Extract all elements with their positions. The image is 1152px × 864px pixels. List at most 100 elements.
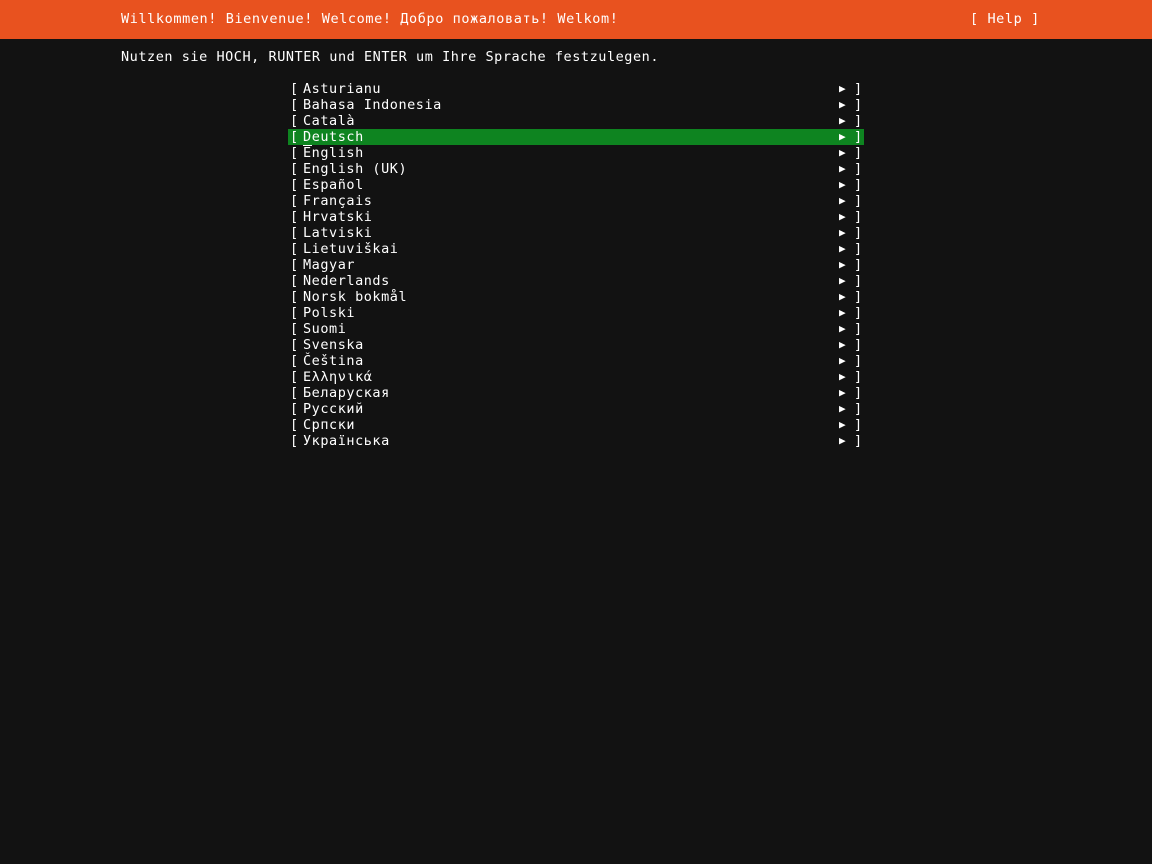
language-list-item[interactable]: [Français ▶]: [288, 193, 864, 209]
language-list-item[interactable]: [English (UK) ▶]: [288, 161, 864, 177]
language-name: Norsk bokmål: [303, 289, 407, 305]
bracket-close: ]: [854, 401, 863, 417]
language-list-item[interactable]: [Català▶]: [288, 113, 864, 129]
bracket-open: [: [290, 257, 299, 273]
language-list-item[interactable]: [Asturianu▶]: [288, 81, 864, 97]
language-list-item[interactable]: [Čeština▶]: [288, 353, 864, 369]
language-list-item[interactable]: [Ελληνικά▶]: [288, 369, 864, 385]
expand-arrow-icon: ▶: [839, 209, 846, 225]
bracket-open: [: [290, 337, 299, 353]
expand-arrow-icon: ▶: [839, 401, 846, 417]
bracket-open: [: [290, 113, 299, 129]
bracket-close: ]: [854, 113, 863, 129]
language-list-item[interactable]: [Suomi ▶]: [288, 321, 864, 337]
bracket-close: ]: [854, 161, 863, 177]
bracket-close: ]: [854, 257, 863, 273]
language-list-item[interactable]: [Norsk bokmål▶]: [288, 289, 864, 305]
language-list-item[interactable]: [Беларуская▶]: [288, 385, 864, 401]
bracket-close: ]: [854, 305, 863, 321]
bracket-close: ]: [854, 385, 863, 401]
expand-arrow-icon: ▶: [839, 369, 846, 385]
language-name: Svenska: [303, 337, 364, 353]
expand-arrow-icon: ▶: [839, 193, 846, 209]
language-name: English: [303, 145, 364, 161]
language-list-item[interactable]: [Bahasa Indonesia▶]: [288, 97, 864, 113]
language-name: Nederlands: [303, 273, 390, 289]
bracket-close: ]: [854, 193, 863, 209]
language-list-item[interactable]: [Español▶]: [288, 177, 864, 193]
welcome-message: Willkommen! Bienvenue! Welcome! Добро по…: [121, 0, 618, 39]
expand-arrow-icon: ▶: [839, 257, 846, 273]
bracket-open: [: [290, 177, 299, 193]
language-name: Lietuviškai: [303, 241, 398, 257]
expand-arrow-icon: ▶: [839, 113, 846, 129]
language-name: Asturianu: [303, 81, 381, 97]
expand-arrow-icon: ▶: [839, 385, 846, 401]
language-list-item[interactable]: [Lietuviškai▶]: [288, 241, 864, 257]
bracket-open: [: [290, 145, 299, 161]
cursor-underline: D: [303, 129, 312, 146]
language-name: Latviski: [303, 225, 372, 241]
bracket-close: ]: [854, 129, 863, 145]
bracket-open: [: [290, 401, 299, 417]
bracket-open: [: [290, 209, 299, 225]
bracket-open: [: [290, 385, 299, 401]
expand-arrow-icon: ▶: [839, 321, 846, 337]
bracket-close: ]: [854, 433, 863, 449]
bracket-close: ]: [854, 145, 863, 161]
bracket-open: [: [290, 241, 299, 257]
installer-screen: Willkommen! Bienvenue! Welcome! Добро по…: [0, 0, 1152, 864]
language-list-item[interactable]: [Deutsch▶]: [288, 129, 864, 145]
bracket-close: ]: [854, 321, 863, 337]
language-name: Suomi: [303, 321, 346, 337]
welcome-header-bar: Willkommen! Bienvenue! Welcome! Добро по…: [0, 0, 1152, 39]
language-list-item[interactable]: [Magyar ▶]: [288, 257, 864, 273]
bracket-open: [: [290, 161, 299, 177]
expand-arrow-icon: ▶: [839, 417, 846, 433]
language-name: Magyar: [303, 257, 355, 273]
expand-arrow-icon: ▶: [839, 161, 846, 177]
language-list-item[interactable]: [Српски ▶]: [288, 417, 864, 433]
bracket-close: ]: [854, 209, 863, 225]
bracket-open: [: [290, 417, 299, 433]
language-list-item[interactable]: [English ▶]: [288, 145, 864, 161]
expand-arrow-icon: ▶: [839, 81, 846, 97]
expand-arrow-icon: ▶: [839, 225, 846, 241]
expand-arrow-icon: ▶: [839, 353, 846, 369]
language-name: Русский: [303, 401, 364, 417]
language-name: Українська: [303, 433, 390, 449]
language-list-item[interactable]: [Nederlands▶]: [288, 273, 864, 289]
language-list-item[interactable]: [Latviski▶]: [288, 225, 864, 241]
bracket-open: [: [290, 353, 299, 369]
language-list-item[interactable]: [Svenska ▶]: [288, 337, 864, 353]
bracket-close: ]: [854, 289, 863, 305]
language-list[interactable]: [Asturianu▶][Bahasa Indonesia▶][Català▶]…: [288, 81, 864, 449]
expand-arrow-icon: ▶: [839, 241, 846, 257]
bracket-close: ]: [854, 177, 863, 193]
expand-arrow-icon: ▶: [839, 145, 846, 161]
language-list-item[interactable]: [Українська ▶]: [288, 433, 864, 449]
bracket-close: ]: [854, 81, 863, 97]
language-list-item[interactable]: [Polski▶]: [288, 305, 864, 321]
bracket-open: [: [290, 129, 299, 145]
bracket-close: ]: [854, 97, 863, 113]
expand-arrow-icon: ▶: [839, 273, 846, 289]
bracket-close: ]: [854, 337, 863, 353]
help-button[interactable]: [ Help ]: [970, 0, 1040, 39]
bracket-open: [: [290, 433, 299, 449]
bracket-open: [: [290, 289, 299, 305]
bracket-close: ]: [854, 273, 863, 289]
bracket-close: ]: [854, 417, 863, 433]
language-list-item[interactable]: [Русский ▶]: [288, 401, 864, 417]
expand-arrow-icon: ▶: [839, 433, 846, 449]
bracket-open: [: [290, 193, 299, 209]
expand-arrow-icon: ▶: [839, 337, 846, 353]
bracket-open: [: [290, 97, 299, 113]
language-name: Deutsch: [303, 129, 364, 145]
bracket-open: [: [290, 321, 299, 337]
language-name: Français: [303, 193, 372, 209]
language-list-item[interactable]: [Hrvatski▶]: [288, 209, 864, 225]
language-name: English (UK): [303, 161, 407, 177]
language-name: Српски: [303, 417, 355, 433]
language-name: Ελληνικά: [303, 369, 372, 385]
